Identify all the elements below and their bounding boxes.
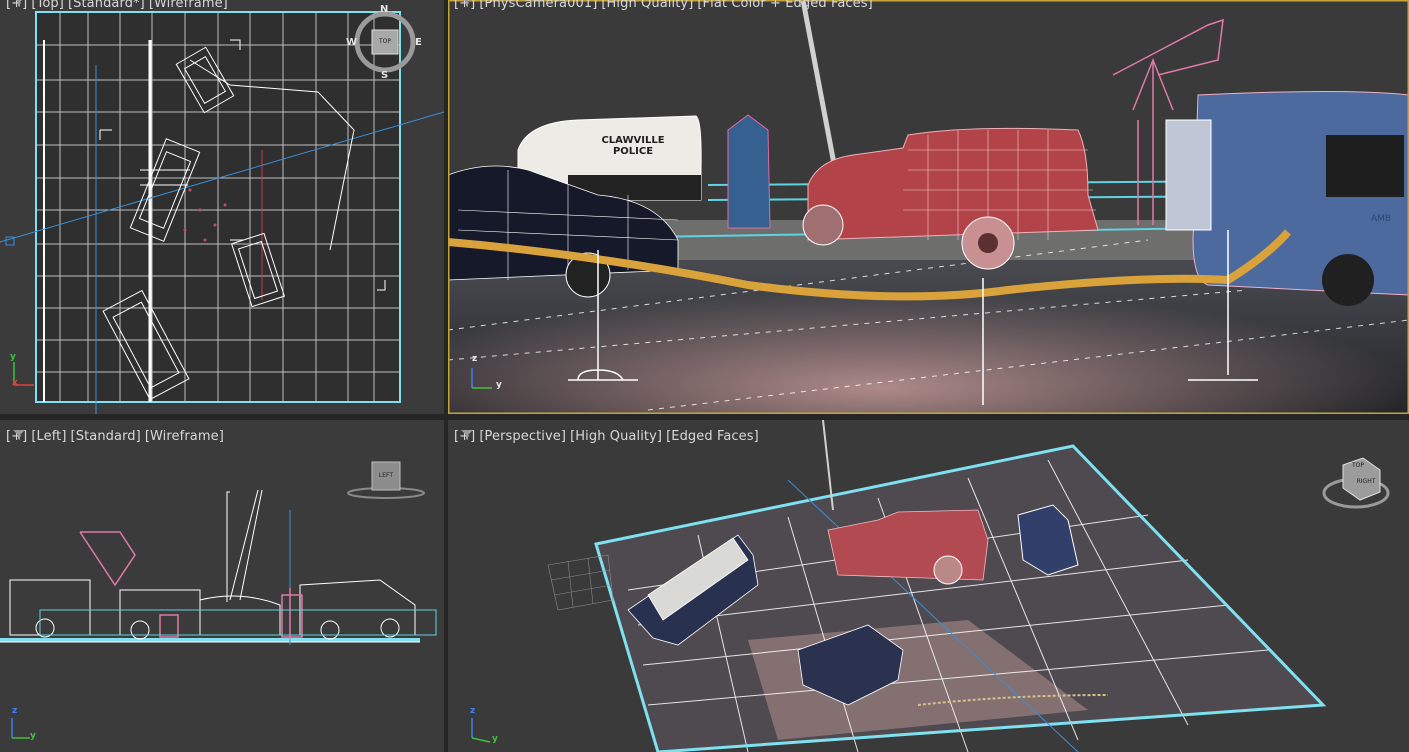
viewport-layout: TOP N S E W y x [+] [Top] [Standard*] [W…	[0, 0, 1409, 752]
top-axis-x-label: x	[12, 378, 18, 388]
viewport-perspective[interactable]: RIGHT TOP z y [+] [Perspective] [High Qu…	[448, 420, 1409, 752]
top-label-display-mode[interactable]: [Wireframe]	[147, 0, 230, 11]
left-viewcube[interactable]	[347, 461, 425, 499]
left-label-shading-mode[interactable]: [Standard]	[69, 429, 143, 444]
phone-booth	[727, 114, 771, 229]
camera-render-canvas[interactable]	[448, 0, 1409, 414]
left-axis-z-label: z	[12, 706, 18, 716]
top-viewport-label: [+] [Top] [Standard*] [Wireframe]	[4, 0, 230, 11]
filter-icon[interactable]	[460, 0, 474, 8]
perspective-viewcube-right-label[interactable]: RIGHT	[1354, 478, 1378, 485]
left-viewcube-label[interactable]: LEFT	[374, 472, 398, 479]
viewport-top[interactable]: TOP N S E W y x [+] [Top] [Standard*] [W…	[0, 0, 444, 414]
camera-label-quality[interactable]: [High Quality]	[599, 0, 695, 11]
filter-icon[interactable]	[12, 429, 26, 441]
viewport-divider-horizontal[interactable]	[0, 414, 1409, 420]
ambulance	[1165, 91, 1409, 306]
persp-label-view[interactable]: [Perspective]	[477, 429, 568, 444]
compass-e: E	[415, 37, 422, 48]
left-view-canvas[interactable]	[0, 420, 444, 752]
ambulance-text: AMB	[1371, 214, 1392, 224]
top-view-canvas[interactable]	[0, 0, 444, 414]
perspective-viewport-label: [+] [Perspective] [High Quality] [Edged …	[452, 429, 761, 444]
filter-icon[interactable]	[12, 0, 26, 8]
filter-icon[interactable]	[460, 429, 474, 441]
compass-s: S	[381, 70, 389, 81]
compass-n: N	[380, 4, 389, 15]
perspective-canvas[interactable]	[448, 420, 1409, 752]
camera-label-display-mode[interactable]: [Flat Color + Edged Faces]	[695, 0, 874, 11]
left-label-view[interactable]: [Left]	[29, 429, 68, 444]
top-label-view[interactable]: [Top]	[29, 0, 66, 11]
persp-axis-y-label: y	[492, 734, 498, 744]
top-label-shading-mode[interactable]: [Standard*]	[66, 0, 147, 11]
left-viewport-label: [+] [Left] [Standard] [Wireframe]	[4, 429, 226, 444]
perspective-viewcube-top-label[interactable]: TOP	[1346, 462, 1370, 469]
camera-axis-y-label: y	[496, 380, 502, 390]
camera-label-view[interactable]: [PhysCamera001]	[477, 0, 599, 11]
top-viewcube-label[interactable]: TOP	[374, 38, 396, 45]
viewport-left[interactable]: LEFT z y [+] [Left] [Standard] [Wirefram…	[0, 420, 444, 752]
persp-label-display-mode[interactable]: [Edged Faces]	[664, 429, 761, 444]
persp-label-quality[interactable]: [High Quality]	[568, 429, 664, 444]
top-axis-y-label: y	[10, 352, 16, 362]
compass-w: W	[346, 37, 358, 48]
camera-viewport-label: [+] [PhysCamera001] [High Quality] [Flat…	[452, 0, 875, 11]
viewport-divider-vertical[interactable]	[444, 0, 448, 752]
viewport-camera[interactable]: CLAWVILLE POLICE AMB z y [+] [PhysCamera…	[448, 0, 1409, 414]
police-van-text: CLAWVILLE POLICE	[601, 135, 665, 157]
left-axis-y-label: y	[30, 731, 36, 741]
left-label-display-mode[interactable]: [Wireframe]	[143, 429, 226, 444]
persp-axis-z-label: z	[470, 706, 476, 716]
camera-axis-z-label: z	[472, 354, 478, 364]
persp-axis-tripod	[471, 718, 491, 743]
left-axis-tripod	[11, 718, 30, 739]
